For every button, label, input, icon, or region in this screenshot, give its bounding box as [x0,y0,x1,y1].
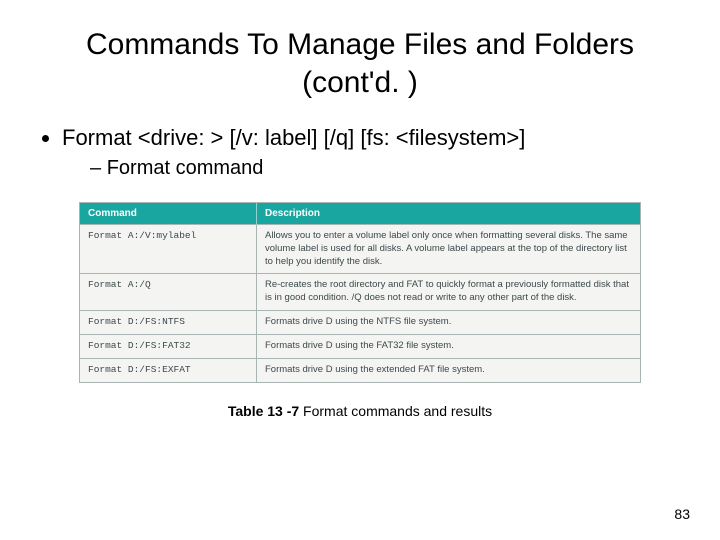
bullet-sub-text: Format command [107,157,264,179]
caption-rest: Format commands and results [299,403,492,419]
bullet-main-text: Format <drive: > [/v: label] [/q] [fs: <… [62,125,525,150]
cell-command: Format A:/Q [80,274,257,311]
bullet-list: Format <drive: > [/v: label] [/q] [fs: <… [40,125,690,180]
format-table-wrap: Command Description Format A:/V:mylabel … [79,202,641,383]
page-number: 83 [674,506,690,522]
table-header-row: Command Description [80,203,640,225]
cell-command: Format A:/V:mylabel [80,225,257,274]
table-caption: Table 13 -7 Format commands and results [30,403,690,419]
page-title: Commands To Manage Files and Folders (co… [70,26,650,101]
table-row: Format D:/FS:EXFAT Formats drive D using… [80,358,640,381]
bullet-main: Format <drive: > [/v: label] [/q] [fs: <… [62,125,690,180]
cell-description: Re-creates the root directory and FAT to… [257,274,641,311]
bullet-sub: Format command [90,157,690,180]
caption-strong: Table 13 -7 [228,403,299,419]
cell-description: Allows you to enter a volume label only … [257,225,641,274]
format-table: Command Description Format A:/V:mylabel … [80,203,640,382]
table-row: Format D:/FS:FAT32 Formats drive D using… [80,334,640,358]
bullet-sublist: Format command [62,157,690,180]
cell-command: Format D:/FS:NTFS [80,311,257,335]
cell-description: Formats drive D using the FAT32 file sys… [257,334,641,358]
cell-command: Format D:/FS:FAT32 [80,334,257,358]
cell-description: Formats drive D using the extended FAT f… [257,358,641,381]
table-header-description: Description [257,203,641,225]
table-header-command: Command [80,203,257,225]
table-row: Format A:/Q Re-creates the root director… [80,274,640,311]
table-row: Format D:/FS:NTFS Formats drive D using … [80,311,640,335]
slide: Commands To Manage Files and Folders (co… [0,0,720,540]
cell-command: Format D:/FS:EXFAT [80,358,257,381]
table-row: Format A:/V:mylabel Allows you to enter … [80,225,640,274]
cell-description: Formats drive D using the NTFS file syst… [257,311,641,335]
